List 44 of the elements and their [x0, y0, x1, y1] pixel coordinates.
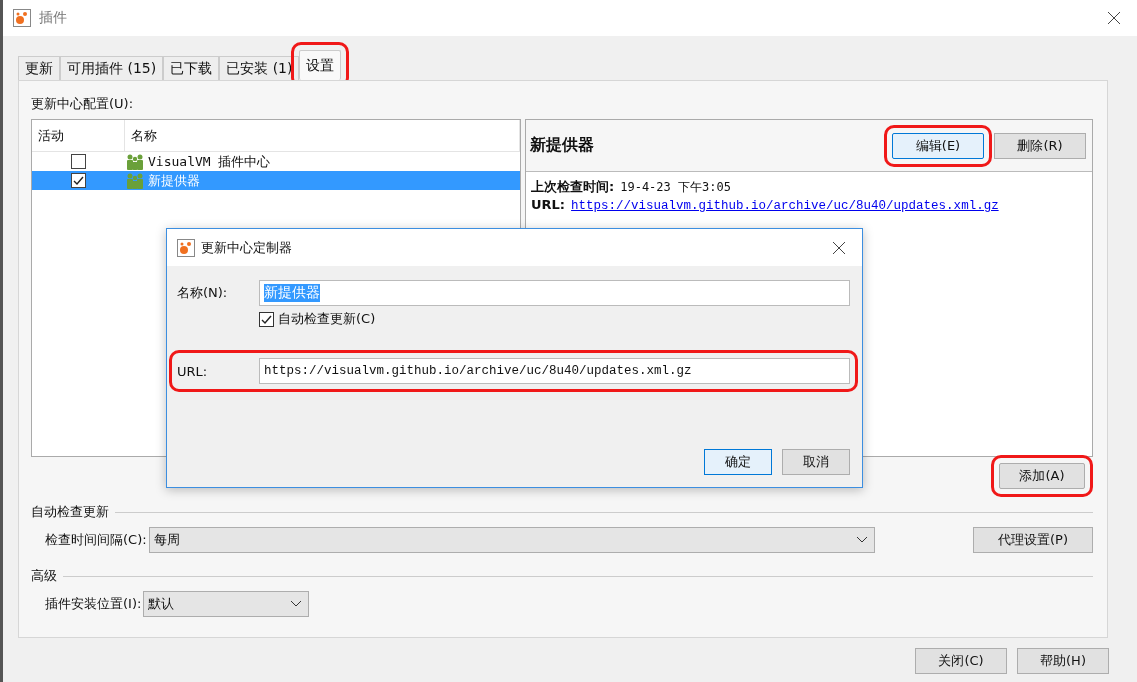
last-check-label: 上次检查时间: [531, 178, 615, 196]
field-label: 插件安装位置(I): [45, 595, 142, 613]
section-heading: 自动检查更新 [31, 503, 109, 521]
provider-title: 新提供器 [530, 135, 594, 156]
field-label: URL: [177, 363, 209, 379]
tab[interactable]: 已下载 [163, 56, 220, 80]
interval-dropdown[interactable]: 每周 [148, 527, 875, 553]
column-header: 活动 [32, 120, 125, 152]
field-label: 检查时间间隔(C): [45, 531, 147, 549]
checkbox-label: 自动检查更新(C) [278, 310, 376, 328]
action-button[interactable]: 删除(R) [994, 132, 1086, 159]
url-link[interactable]: https://visualvm.github.io/archive/uc/8u40/updates.xml.gz [571, 199, 999, 213]
provider-name: VisualVM 插件中心 [147, 152, 271, 171]
proxy-settings-button[interactable]: 代理设置(P) [973, 527, 1093, 553]
app-icon [177, 238, 195, 257]
location-dropdown[interactable]: 默认 [143, 591, 310, 617]
window-title: 插件 [39, 9, 67, 27]
chevron-down-icon [855, 536, 868, 544]
last-check-time: 19-4-23 下午3:05 [620, 179, 731, 196]
section-label: 更新中心配置(U): [31, 95, 135, 113]
chevron-down-icon [290, 600, 303, 608]
tab[interactable]: 可用插件 (15) [60, 56, 164, 80]
section-heading: 高级 [31, 567, 57, 585]
dialog-button[interactable]: 确定 [704, 449, 772, 475]
field-label: 名称(N): [177, 284, 229, 302]
checkbox[interactable] [71, 173, 86, 188]
url-label: URL: [531, 197, 566, 212]
checkbox[interactable] [71, 154, 86, 169]
footer-button[interactable]: 关闭(C) [915, 648, 1007, 674]
footer-button[interactable]: 帮助(H) [1017, 648, 1109, 674]
app-icon [13, 9, 31, 27]
provider-name: 新提供器 [147, 171, 200, 190]
dialog-button[interactable]: 取消 [782, 449, 850, 475]
url-field[interactable]: https://visualvm.github.io/archive/uc/8u40/updates.xml.gz [259, 358, 850, 384]
tab[interactable]: 更新 [18, 56, 60, 80]
close-icon[interactable] [832, 240, 846, 255]
checkbox[interactable] [259, 311, 274, 327]
dialog-title: 更新中心定制器 [201, 238, 292, 257]
column-header: 名称 [125, 120, 520, 152]
people-icon [125, 172, 145, 189]
table-row[interactable]: VisualVM 插件中心 [32, 152, 520, 171]
close-icon[interactable] [1107, 11, 1121, 25]
people-icon [125, 153, 145, 170]
tab[interactable]: 已安装 (1) [219, 56, 300, 80]
